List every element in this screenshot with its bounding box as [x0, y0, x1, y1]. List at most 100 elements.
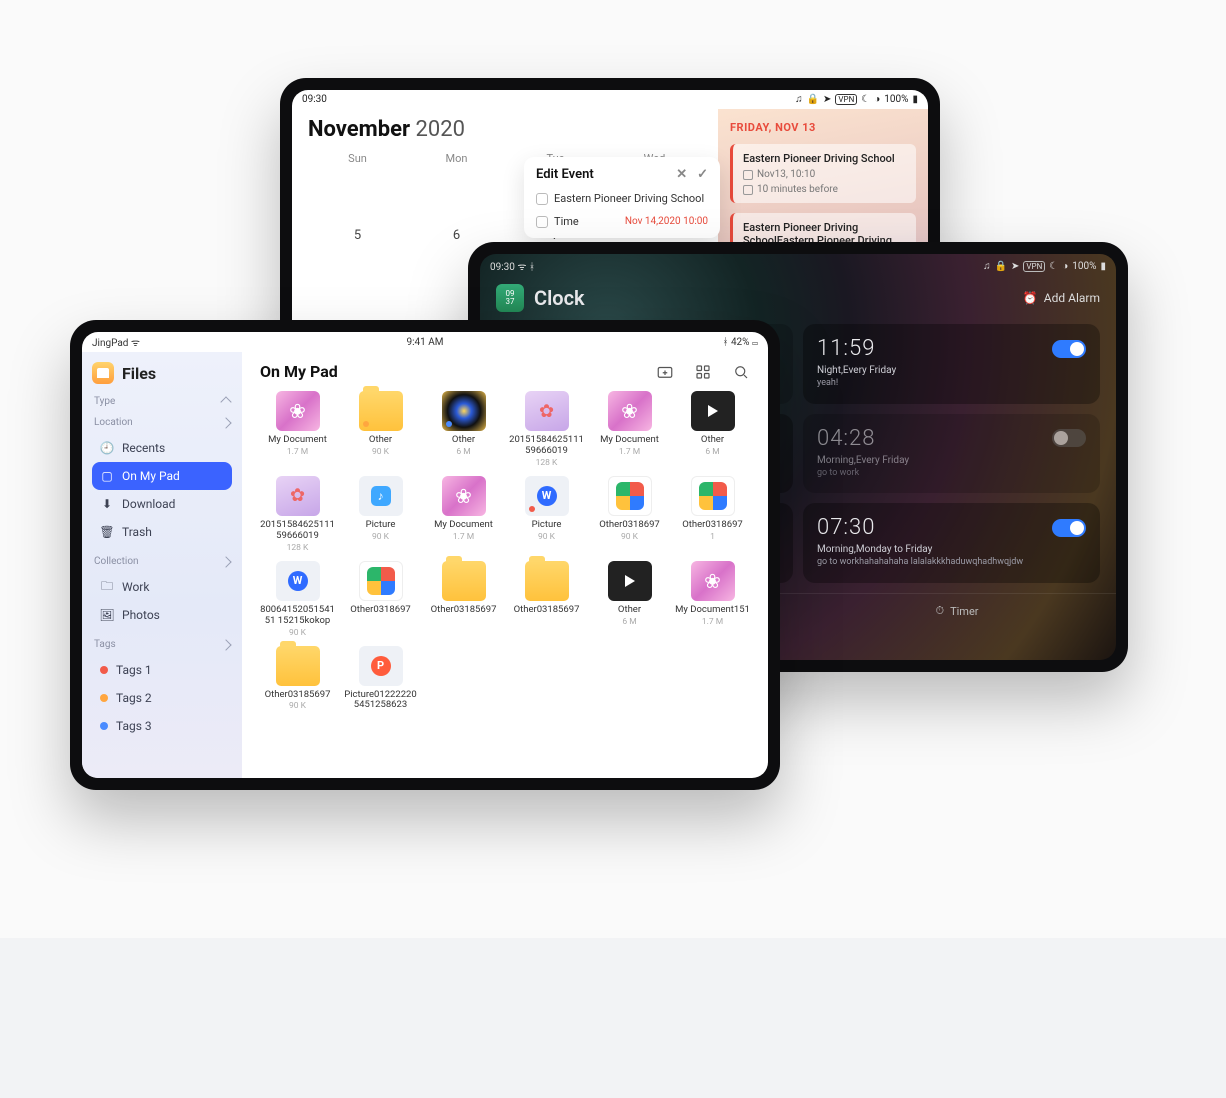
- sidebar-item-tag3[interactable]: Tags 3: [92, 712, 232, 740]
- headphone-icon: ♫: [795, 94, 803, 105]
- date-cell[interactable]: [308, 189, 407, 204]
- file-name: Other0318697: [592, 520, 667, 531]
- clock-icon: [536, 216, 548, 228]
- file-tile[interactable]: Other6 M: [592, 561, 667, 638]
- date-cell[interactable]: 5: [308, 228, 407, 243]
- file-tile[interactable]: My Document1.7 M: [426, 476, 501, 553]
- file-size: 6 M: [592, 617, 667, 627]
- alarm-card[interactable]: 07:30Morning,Monday to Fridaygo to workh…: [803, 503, 1100, 583]
- file-name: Other03185697: [260, 690, 335, 701]
- tag-dot-icon: [363, 421, 369, 427]
- event-name[interactable]: Eastern Pioneer Driving School: [554, 192, 708, 205]
- sidebar-item-tag1[interactable]: Tags 1: [92, 656, 232, 684]
- tag-dot-icon: [446, 421, 452, 427]
- chevron-down-icon[interactable]: [220, 417, 231, 428]
- confirm-icon[interactable]: ✓: [697, 167, 708, 182]
- alarm-note: go to workhahahahaha lalalakkkhaduwqhadh…: [817, 557, 1086, 569]
- sidebar-item-onmypad[interactable]: ▢On My Pad: [92, 462, 232, 490]
- file-thumb: [525, 476, 569, 516]
- wifi-icon: ᯤ: [517, 262, 526, 273]
- file-tile[interactable]: Other6 M: [675, 391, 750, 468]
- clock-status-bar: 09:30 ᯤ ᚼ ♫ 🔒 ➤ VPN ☾ ◑ 100% ▮: [480, 254, 1116, 278]
- file-tile[interactable]: Other03185697: [426, 561, 501, 638]
- event-card[interactable]: Eastern Pioneer Driving School Nov13, 10…: [730, 144, 916, 203]
- file-tile[interactable]: 8006415205154151 15215kokop90 K: [260, 561, 335, 638]
- sidebar-item-recents[interactable]: 🕘Recents: [92, 434, 232, 462]
- file-thumb: [359, 476, 403, 516]
- file-tile[interactable]: Other0318697: [343, 561, 418, 638]
- time-value[interactable]: Nov 14,2020 10:00: [625, 216, 708, 227]
- file-name: My Document: [592, 435, 667, 446]
- file-size: 128 K: [509, 458, 584, 468]
- battery-icon: ▮: [912, 94, 918, 105]
- file-tile[interactable]: Picture90 K: [509, 476, 584, 553]
- file-tile[interactable]: Other03186971: [675, 476, 750, 553]
- close-icon[interactable]: ✕: [676, 167, 687, 182]
- new-folder-button[interactable]: [656, 363, 674, 381]
- tablet-icon: ▢: [100, 469, 114, 483]
- file-thumb: [359, 646, 403, 686]
- weekday-mon: Mon: [407, 152, 506, 165]
- download-icon: ⬇: [100, 497, 114, 511]
- file-size: 1.7 M: [675, 617, 750, 627]
- file-name: Other03185697: [509, 605, 584, 616]
- date-cell[interactable]: [407, 189, 506, 204]
- alarm-toggle[interactable]: [1052, 519, 1086, 537]
- timer-tab[interactable]: ⏱Timer: [798, 594, 1116, 628]
- file-tile[interactable]: Other031869790 K: [592, 476, 667, 553]
- alarm-note: yeah!: [817, 378, 1086, 390]
- file-thumb: [442, 391, 486, 431]
- file-thumb: [359, 391, 403, 431]
- alarm-time: 04:28: [817, 426, 875, 451]
- grid-view-button[interactable]: [694, 363, 712, 381]
- photo-icon: 🖼: [100, 608, 114, 622]
- chevron-up-icon[interactable]: [220, 396, 231, 407]
- file-size: 90 K: [260, 628, 335, 638]
- sidebar-item-photos[interactable]: 🖼Photos: [92, 601, 232, 629]
- file-size: 90 K: [509, 532, 584, 542]
- file-tile[interactable]: Other90 K: [343, 391, 418, 468]
- alarm-toggle[interactable]: [1052, 429, 1086, 447]
- file-tile[interactable]: My Document1.7 M: [592, 391, 667, 468]
- search-button[interactable]: [732, 363, 750, 381]
- bell-icon: [743, 185, 753, 195]
- alarm-meta: Night,Every Friday: [817, 365, 1086, 376]
- sidebar-item-work[interactable]: 🗀Work: [92, 573, 232, 601]
- file-tile[interactable]: My Document1511.7 M: [675, 561, 750, 638]
- battery-icon: ▭: [752, 337, 758, 348]
- sidebar-item-download[interactable]: ⬇Download: [92, 490, 232, 518]
- file-tile[interactable]: Other6 M: [426, 391, 501, 468]
- add-alarm-button[interactable]: ⏰ Add Alarm: [1023, 291, 1100, 305]
- tag-dot-icon: [100, 694, 108, 702]
- calendar-icon: [743, 170, 753, 180]
- file-thumb: [276, 561, 320, 601]
- wifi-icon: ᯤ: [131, 338, 140, 349]
- chevron-down-icon[interactable]: [220, 639, 231, 650]
- date-cell[interactable]: 6: [407, 228, 506, 243]
- chevron-down-icon[interactable]: [220, 556, 231, 567]
- alarm-card[interactable]: 04:28 Morning,Every Friday go to work: [803, 414, 1100, 494]
- file-name: Other03185697: [426, 605, 501, 616]
- file-tile[interactable]: Picture90 K: [343, 476, 418, 553]
- edit-event-title: Edit Event: [536, 167, 594, 182]
- bluetooth-icon: ᚼ: [722, 337, 728, 348]
- shield-icon: ◑: [1062, 261, 1068, 272]
- file-tile[interactable]: Other0318569790 K: [260, 646, 335, 713]
- headphone-icon: ♫: [983, 261, 991, 272]
- file-tile[interactable]: Picture012222205451258623: [343, 646, 418, 713]
- alarm-note: go to work: [817, 468, 1086, 480]
- bluetooth-icon: ᚼ: [529, 262, 535, 273]
- file-thumb: [359, 561, 403, 601]
- alarm-meta: Morning,Every Friday: [817, 455, 1086, 466]
- sidebar-item-tag2[interactable]: Tags 2: [92, 684, 232, 712]
- tag-dot-icon: [529, 506, 535, 512]
- trash-icon: 🗑: [100, 525, 114, 539]
- file-tile[interactable]: 2015158462511159666019128 K: [260, 476, 335, 553]
- file-size: 1: [675, 532, 750, 542]
- file-tile[interactable]: My Document1.7 M: [260, 391, 335, 468]
- alarm-card[interactable]: 11:59Night,Every Fridayyeah!: [803, 324, 1100, 404]
- sidebar-item-trash[interactable]: 🗑Trash: [92, 518, 232, 546]
- alarm-toggle[interactable]: [1052, 340, 1086, 358]
- file-tile[interactable]: 2015158462511159666019128 K: [509, 391, 584, 468]
- file-tile[interactable]: Other03185697: [509, 561, 584, 638]
